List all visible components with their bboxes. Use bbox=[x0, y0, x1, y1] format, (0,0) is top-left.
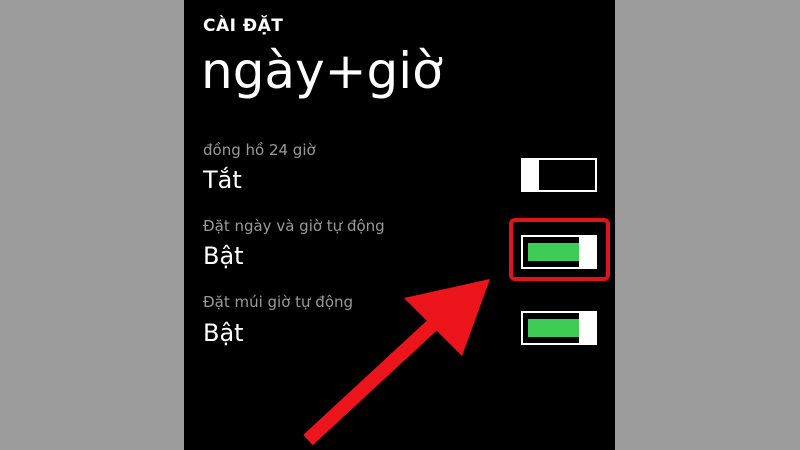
setting-24h-clock-title: đồng hồ 24 giờ bbox=[203, 141, 316, 159]
toggle-auto-timezone[interactable] bbox=[521, 311, 597, 345]
toggle-24h-clock[interactable] bbox=[521, 158, 597, 192]
page-title: ngày+giờ bbox=[201, 42, 443, 100]
setting-auto-datetime-title: Đặt ngày và giờ tự động bbox=[203, 217, 385, 235]
stage: CÀI ĐẶT ngày+giờ đồng hồ 24 giờ Tắt Đặt … bbox=[0, 0, 800, 450]
toggle-knob bbox=[521, 158, 539, 192]
setting-auto-timezone-value: Bật bbox=[203, 319, 244, 347]
toggle-fill bbox=[528, 319, 579, 337]
setting-auto-datetime-value: Bật bbox=[203, 242, 244, 270]
section-label: CÀI ĐẶT bbox=[203, 16, 284, 36]
highlight-box bbox=[509, 218, 610, 281]
setting-24h-clock-value: Tắt bbox=[203, 166, 242, 194]
toggle-knob bbox=[579, 311, 597, 345]
setting-auto-timezone-title: Đặt múi giờ tự động bbox=[203, 293, 354, 311]
